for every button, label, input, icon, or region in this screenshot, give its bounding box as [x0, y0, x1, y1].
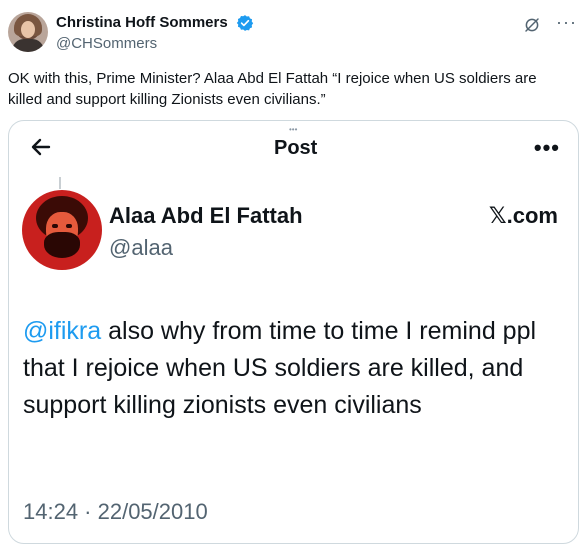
embedded-screenshot-card[interactable]: ••• Post ••• Alaa Abd El Fattah @alaa 𝕏.… [8, 120, 579, 544]
embedded-author-avatar[interactable] [22, 190, 102, 270]
embedded-author-name[interactable]: Alaa Abd El Fattah [109, 203, 303, 229]
mention-link[interactable]: @ifikra [23, 317, 101, 345]
avatar-beard [44, 232, 80, 258]
embedded-post-timestamp[interactable]: 14:24 · 22/05/2010 [23, 499, 208, 525]
embedded-author-handle[interactable]: @alaa [109, 235, 173, 261]
more-options-icon[interactable]: ··· [556, 12, 577, 33]
drag-handle: ••• [289, 125, 298, 134]
tweet-header: Christina Hoff Sommers @CHSommers ··· [8, 8, 579, 54]
post-more-options-icon[interactable]: ••• [534, 135, 560, 161]
thread-line [59, 177, 61, 189]
avatar-eye-left [52, 224, 58, 228]
tweet-text: OK with this, Prime Minister? Alaa Abd E… [8, 70, 537, 108]
avatar-eye-right [66, 224, 72, 228]
embedded-post-text: @ifikra also why from time to time I rem… [23, 313, 568, 424]
author-handle[interactable]: @CHSommers [56, 35, 157, 52]
avatar-face [21, 21, 35, 38]
post-header-title: Post [274, 137, 318, 159]
avatar-body [12, 39, 44, 52]
author-avatar[interactable] [8, 12, 48, 52]
x-logo-icon: 𝕏.com [488, 203, 558, 228]
author-name[interactable]: Christina Hoff Sommers [56, 14, 228, 31]
verified-badge-icon [236, 15, 254, 31]
arrow-left-icon[interactable] [29, 135, 53, 159]
grok-icon[interactable] [523, 16, 541, 34]
